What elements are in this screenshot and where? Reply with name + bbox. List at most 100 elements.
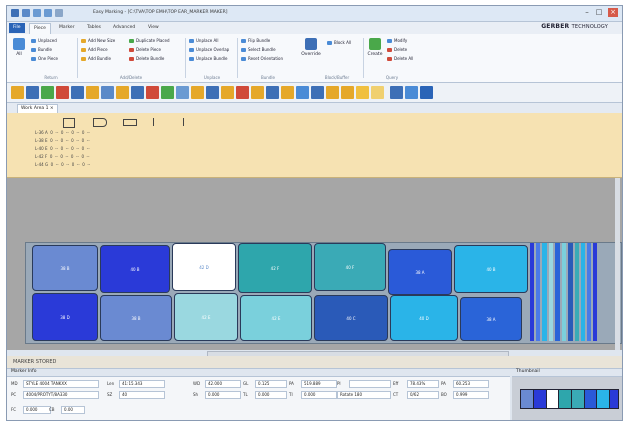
tool-3-icon[interactable] [41,86,54,99]
tool-25-icon[interactable] [371,86,384,99]
gl-field[interactable]: 0.125 [255,380,287,388]
marker-piece[interactable]: 38 D [32,293,98,341]
marker-strip[interactable] [555,243,560,341]
tab-view[interactable]: View [144,23,163,33]
tool-24-icon[interactable] [356,86,369,99]
marker-piece[interactable]: 40 B [454,245,528,293]
override-button[interactable]: Override [299,38,323,57]
minimize-icon[interactable]: – [582,8,592,17]
ti-field[interactable]: 0.000 [301,391,337,399]
marker-strip[interactable] [549,243,553,341]
vertical-scrollbar[interactable] [615,178,620,350]
tool-18-icon[interactable] [266,86,279,99]
marker-strip[interactable] [587,243,591,341]
tool-11-icon[interactable] [161,86,174,99]
close-tab-icon[interactable]: × [50,106,54,111]
tab-tables[interactable]: Tables [83,23,105,33]
marker-strip[interactable] [593,243,597,341]
reset-orientation-button[interactable]: Reset Orientation [241,56,283,62]
wd-field[interactable]: 42.000 [205,380,241,388]
marker-piece[interactable]: 42 F [238,243,312,293]
len-field[interactable]: 41:15.343 [119,380,165,388]
add-piece-button[interactable]: Add Piece [81,47,108,53]
duplicate-placed-button[interactable]: Duplicate Placed [129,38,170,44]
save-icon[interactable] [22,9,30,17]
delete-piece-button[interactable]: Delete Piece [129,47,161,53]
pi-field[interactable] [349,380,391,388]
tool-13-icon[interactable] [191,86,204,99]
marker-strip[interactable] [536,243,540,341]
redo-icon[interactable] [44,9,52,17]
close-icon[interactable]: × [608,8,618,17]
undo-icon[interactable] [33,9,41,17]
marker-piece[interactable]: 40 B [100,245,170,293]
piece-row[interactable]: L-36 A 0 -- 0 -- 0 -- 0 -- [35,130,90,135]
tool-4-icon[interactable] [56,86,69,99]
all-button[interactable]: All [11,38,27,57]
marker-piece[interactable]: 38 A [388,249,452,295]
tool-1-icon[interactable] [11,86,24,99]
tool-12-icon[interactable] [176,86,189,99]
tool-8-icon[interactable] [116,86,129,99]
marker-canvas[interactable]: 38 B 40 B 42 D 42 F 40 F 38 A 40 B 38 D … [7,178,622,350]
pa2-field[interactable]: 60.253 [453,380,489,388]
tool-27-icon[interactable] [405,86,418,99]
tool-20-icon[interactable] [296,86,309,99]
tool-26-icon[interactable] [390,86,403,99]
piece-row[interactable]: L-44 G 0 -- 0 -- 0 -- 0 -- [35,162,90,167]
marker-strip[interactable] [581,243,585,341]
maximize-icon[interactable]: □ [594,8,604,17]
tl-field[interactable]: 0.000 [255,391,287,399]
select-bundle-button[interactable]: Select Bundle [241,47,276,53]
tool-23-icon[interactable] [341,86,354,99]
sh-field[interactable]: 0.000 [205,391,241,399]
tool-17-icon[interactable] [251,86,264,99]
piece-row[interactable]: L-40 E 0 -- 0 -- 0 -- 0 -- [35,146,90,151]
rotate-180-field[interactable]: Rotate 180 [337,391,391,399]
tab-advanced[interactable]: Advanced [109,23,139,33]
tool-10-icon[interactable] [146,86,159,99]
cb-field[interactable]: 0.00 [61,406,85,414]
marker-piece[interactable]: 40 F [314,243,386,291]
block-all-button[interactable]: Block All [327,40,351,46]
tab-work-area-1[interactable]: Work Area 1 × [17,104,58,113]
tool-5-icon[interactable] [71,86,84,99]
piece-shape-icon[interactable] [63,118,75,128]
marker-strip[interactable] [562,243,566,341]
marker-piece[interactable]: 40 D [390,295,458,341]
delete-bundle-button[interactable]: Delete Bundle [129,56,164,62]
quick-access-dropdown-icon[interactable] [55,9,63,17]
fc-field[interactable]: 0.000 [23,406,51,414]
thumbnail-panel[interactable] [512,377,622,420]
tool-22-icon[interactable] [326,86,339,99]
bundle-button[interactable]: Bundle [31,47,52,53]
delete-all-query-button[interactable]: Delete All [387,56,413,62]
sz-field[interactable]: 40 [119,391,165,399]
tool-21-icon[interactable] [311,86,324,99]
tool-28-icon[interactable] [420,86,433,99]
tab-piece[interactable]: Piece [29,23,51,34]
marker-piece[interactable]: 40 C [314,295,388,341]
unplaced-button[interactable]: Unplaced [31,38,57,44]
piece-shape-icon[interactable] [123,119,137,126]
marker-strip[interactable] [542,243,547,341]
delete-query-button[interactable]: Delete [387,47,407,53]
tool-2-icon[interactable] [26,86,39,99]
create-query-button[interactable]: Create [367,38,383,57]
marker-piece[interactable]: 38 A [460,297,522,341]
add-new-size-button[interactable]: Add New Size [81,38,115,44]
marker-strip[interactable] [568,243,573,341]
tool-16-icon[interactable] [236,86,249,99]
md-field[interactable]: STYLE 4004 TANKXX [23,380,99,388]
piece-row[interactable]: L-42 F 0 -- 0 -- 0 -- 0 -- [35,154,89,159]
piece-shape-icon[interactable] [153,118,154,126]
pc-field[interactable]: 4004/PROTYT/8A330 [23,391,99,399]
tab-file[interactable]: File [9,23,25,33]
modify-query-button[interactable]: Modify [387,38,407,44]
ct-field[interactable]: 0/62 [407,391,439,399]
eff-field[interactable]: 78.43% [407,380,439,388]
marker-piece[interactable]: 38 B [100,295,172,341]
tool-15-icon[interactable] [221,86,234,99]
one-piece-button[interactable]: One Piece [31,56,58,62]
piece-shape-icon[interactable] [183,118,184,126]
